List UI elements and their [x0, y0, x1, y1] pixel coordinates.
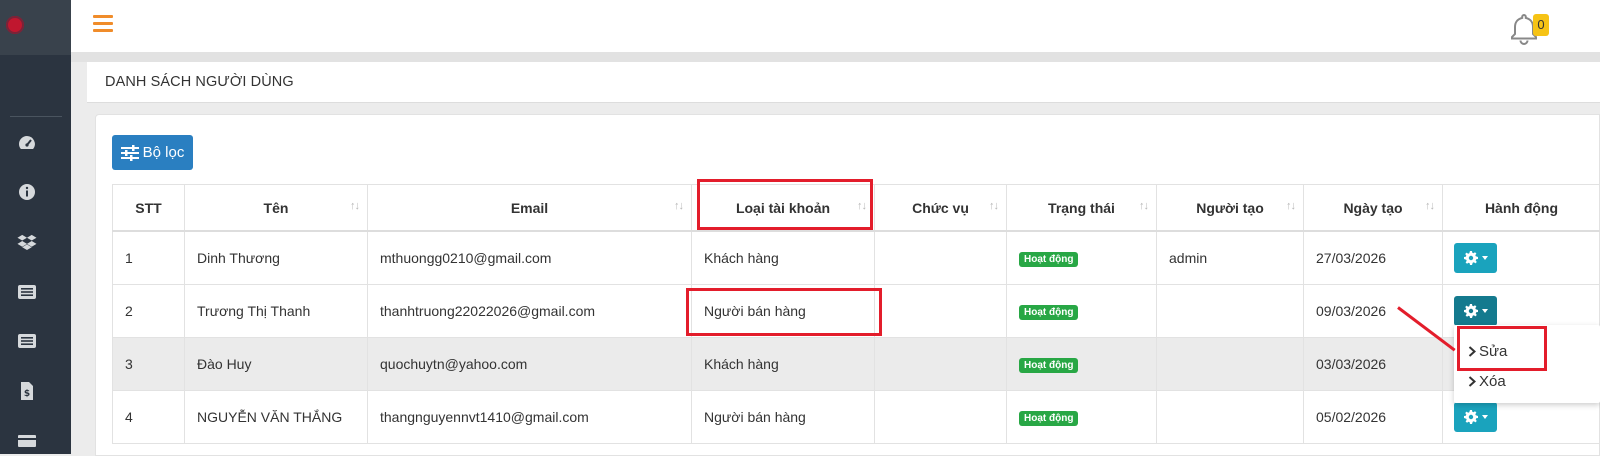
status-badge: Hoạt động	[1019, 411, 1078, 426]
cell-creator	[1157, 338, 1304, 391]
cell-actions	[1443, 231, 1600, 285]
cell-status: Hoạt động	[1007, 285, 1157, 338]
topbar: 0	[71, 0, 1600, 52]
cell-email: thangnguyennvt1410@gmail.com	[368, 391, 692, 444]
column-header-creator[interactable]: Người tạo↑↓	[1157, 185, 1304, 232]
table-row[interactable]: 3 Đào Huy quochuytn@yahoo.com Khách hàng…	[113, 338, 1600, 391]
table-row[interactable]: 4 NGUYỄN VĂN THẮNG thangnguyennvt1410@gm…	[113, 391, 1600, 444]
cell-status: Hoạt động	[1007, 338, 1157, 391]
topbar-divider	[71, 52, 1600, 62]
svg-text:$: $	[24, 389, 30, 399]
sort-icon[interactable]: ↑↓	[674, 200, 683, 212]
cell-position	[875, 338, 1007, 391]
filter-button-label: Bộ lọc	[143, 144, 185, 161]
cell-name: Trương Thị Thanh	[185, 285, 368, 338]
logo	[6, 16, 24, 34]
column-header-email[interactable]: Email↑↓	[368, 185, 692, 232]
chevron-right-icon	[1468, 346, 1477, 357]
status-badge: Hoạt động	[1019, 305, 1078, 320]
sort-icon[interactable]: ↑↓	[1425, 200, 1434, 212]
list-icon[interactable]	[16, 330, 38, 352]
sort-icon[interactable]: ↑↓	[857, 200, 866, 212]
list-icon[interactable]	[16, 281, 38, 303]
sidebar-divider	[10, 116, 62, 117]
cell-created-date: 09/03/2026	[1304, 285, 1443, 338]
row-action-button[interactable]	[1454, 243, 1497, 273]
cell-stt: 2	[113, 285, 185, 338]
row-action-menu: Sửa Xóa	[1454, 325, 1600, 403]
cell-stt: 3	[113, 338, 185, 391]
menu-item-edit[interactable]: Sửa	[1468, 343, 1507, 360]
row-action-button[interactable]	[1454, 296, 1497, 326]
cell-stt: 1	[113, 231, 185, 285]
page-title: DANH SÁCH NGƯỜI DÙNG	[105, 74, 294, 90]
column-header-stt[interactable]: STT	[113, 185, 185, 232]
status-badge: Hoạt động	[1019, 358, 1078, 373]
column-header-created-date[interactable]: Ngày tạo↑↓	[1304, 185, 1443, 232]
sliders-icon	[121, 145, 139, 161]
dropbox-icon[interactable]	[16, 231, 38, 253]
cell-name: NGUYỄN VĂN THẮNG	[185, 391, 368, 444]
cell-email: thanhtruong22022026@gmail.com	[368, 285, 692, 338]
cell-email: quochuytn@yahoo.com	[368, 338, 692, 391]
row-action-button[interactable]	[1454, 402, 1497, 432]
card-icon[interactable]	[16, 430, 38, 452]
cell-created-date: 27/03/2026	[1304, 231, 1443, 285]
chevron-down-icon	[1482, 256, 1488, 260]
hamburger-icon[interactable]	[93, 15, 113, 33]
chevron-down-icon	[1482, 415, 1488, 419]
column-header-account-type[interactable]: Loại tài khoản↑↓	[692, 185, 875, 232]
gear-icon	[1464, 304, 1478, 318]
cell-position	[875, 391, 1007, 444]
cell-position	[875, 231, 1007, 285]
chevron-down-icon	[1482, 309, 1488, 313]
sort-icon[interactable]: ↑↓	[989, 200, 998, 212]
dashboard-icon[interactable]	[16, 132, 38, 154]
sort-icon[interactable]: ↑↓	[1139, 200, 1148, 212]
cell-creator	[1157, 285, 1304, 338]
cell-account-type: Khách hàng	[692, 231, 875, 285]
cell-created-date: 05/02/2026	[1304, 391, 1443, 444]
table-row[interactable]: 1 Dinh Thương mthuongg0210@gmail.com Khá…	[113, 231, 1600, 285]
column-header-status[interactable]: Trạng thái↑↓	[1007, 185, 1157, 232]
sort-icon[interactable]: ↑↓	[1286, 200, 1295, 212]
invoice-icon[interactable]: $	[16, 380, 38, 402]
status-badge: Hoạt động	[1019, 252, 1078, 267]
menu-item-delete[interactable]: Xóa	[1468, 373, 1506, 390]
cell-status: Hoạt động	[1007, 231, 1157, 285]
cell-name: Dinh Thương	[185, 231, 368, 285]
gear-icon	[1464, 251, 1478, 265]
column-header-position[interactable]: Chức vụ↑↓	[875, 185, 1007, 232]
table-header-row: STT Tên↑↓ Email↑↓ Loại tài khoản↑↓ Chức …	[113, 185, 1600, 232]
cell-created-date: 03/03/2026	[1304, 338, 1443, 391]
cell-email: mthuongg0210@gmail.com	[368, 231, 692, 285]
cell-account-type: Người bán hàng	[692, 391, 875, 444]
column-header-name[interactable]: Tên↑↓	[185, 185, 368, 232]
column-header-actions: Hành động	[1443, 185, 1600, 232]
filter-button[interactable]: Bộ lọc	[112, 135, 193, 170]
page-header: DANH SÁCH NGƯỜI DÙNG	[87, 62, 1600, 103]
users-table: STT Tên↑↓ Email↑↓ Loại tài khoản↑↓ Chức …	[112, 184, 1600, 444]
cell-creator	[1157, 391, 1304, 444]
cell-position	[875, 285, 1007, 338]
cell-account-type: Người bán hàng	[692, 285, 875, 338]
logo-area[interactable]	[0, 0, 71, 55]
cell-creator: admin	[1157, 231, 1304, 285]
chevron-right-icon	[1468, 376, 1477, 387]
gear-icon	[1464, 410, 1478, 424]
sidebar: $	[0, 0, 71, 454]
sort-icon[interactable]: ↑↓	[350, 200, 359, 212]
cell-status: Hoạt động	[1007, 391, 1157, 444]
cell-stt: 4	[113, 391, 185, 444]
cell-account-type: Khách hàng	[692, 338, 875, 391]
notification-badge: 0	[1533, 14, 1549, 36]
cell-name: Đào Huy	[185, 338, 368, 391]
table-row[interactable]: 2 Trương Thị Thanh thanhtruong22022026@g…	[113, 285, 1600, 338]
info-icon[interactable]	[16, 181, 38, 203]
